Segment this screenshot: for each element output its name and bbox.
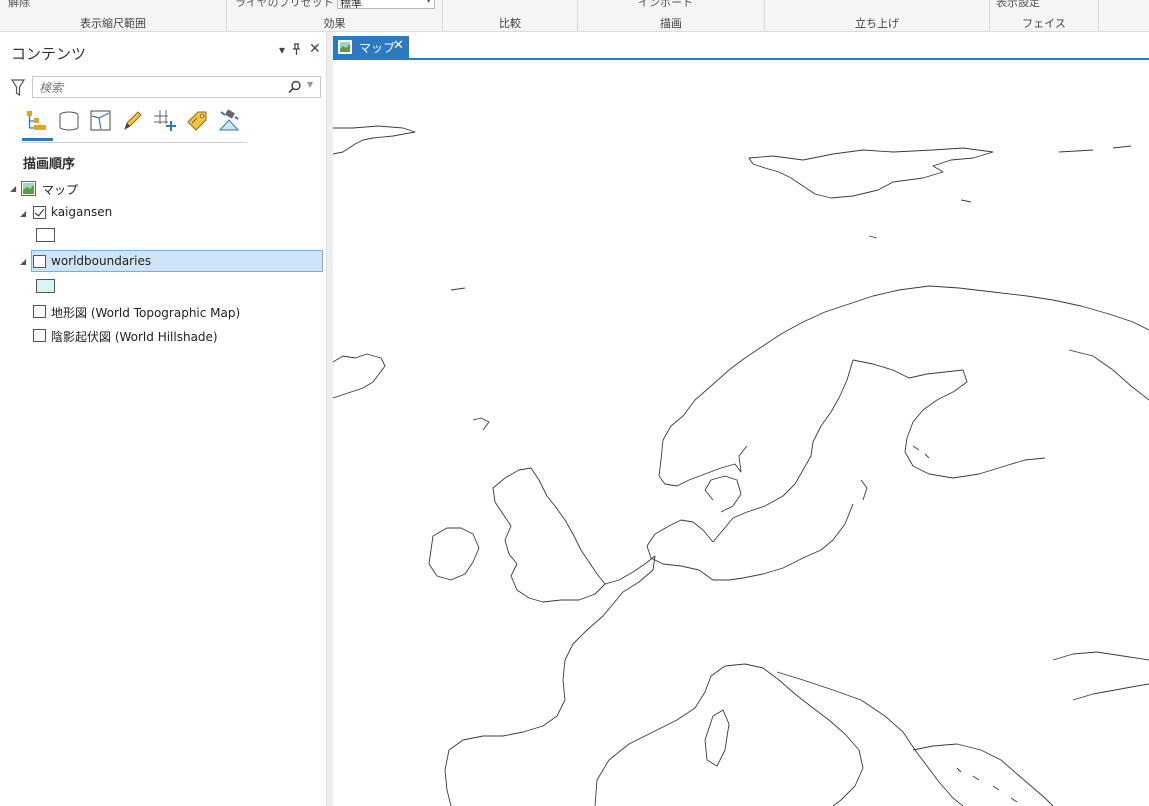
coastline-denmark (704, 475, 742, 513)
map-icon (21, 181, 36, 199)
coastline-aland (912, 445, 930, 459)
ribbon-blend-combo-value: 標準 (340, 0, 362, 9)
layer-row-kaigansen[interactable]: ◢ kaigansen (0, 202, 320, 224)
coastline-france-iberia (444, 555, 656, 806)
ribbon-clear-button[interactable]: 解除 (8, 0, 30, 10)
symbol-swatch-kaigansen[interactable] (36, 228, 55, 242)
layer-row-worldboundaries[interactable]: ◢ worldboundaries (0, 250, 320, 272)
contents-pane: コンテンツ ▾ ✕ ▼ (0, 32, 328, 806)
expander-collapse-icon[interactable]: ◢ (20, 257, 26, 266)
ribbon-display-settings-button[interactable]: 表示設定 (996, 0, 1040, 10)
expander-collapse-icon[interactable]: ◢ (20, 209, 26, 218)
coastline-bear-island (868, 235, 878, 239)
ribbon-group-label: 描画 (660, 17, 682, 30)
coastline-iceland (333, 353, 386, 399)
ribbon-group-extrusion: 立ち上げ (765, 0, 990, 31)
layer-row-world-topographic[interactable]: 地形図 (World Topographic Map) (0, 300, 320, 322)
coastline-baltic-south (646, 503, 854, 581)
layer-name-label: kaigansen (51, 205, 113, 219)
ribbon-group-label: フェイス (1022, 17, 1066, 30)
coastline-sweden-east (712, 359, 854, 543)
filter-icon[interactable] (10, 79, 26, 97)
layer-visibility-checkbox[interactable] (33, 305, 46, 318)
ribbon-group-compare: 比較 (443, 0, 578, 31)
tree-row-map[interactable]: ◢ マップ (0, 177, 320, 199)
close-pane-icon[interactable]: ✕ (309, 41, 321, 57)
ribbon-group-label: 効果 (323, 17, 346, 30)
close-icon[interactable]: ✕ (393, 38, 404, 53)
layer-visibility-checkbox[interactable] (33, 329, 46, 342)
layer-row-world-hillshade[interactable]: 陰影起伏図 (World Hillshade) (0, 324, 320, 346)
coastline-norway-south (658, 445, 748, 487)
coastline-adriatic (776, 671, 964, 806)
map-view[interactable] (333, 60, 1149, 806)
expander-collapse-icon[interactable]: ◢ (10, 184, 16, 193)
map-tab-label: マップ (359, 41, 396, 55)
symbol-swatch-worldboundaries[interactable] (36, 279, 55, 293)
layer-name-label: 地形図 (World Topographic Map) (51, 306, 241, 320)
list-by-labeling-icon[interactable] (184, 108, 210, 134)
chevron-down-icon[interactable]: ▼ (307, 80, 313, 89)
coastline-white-sea (1068, 349, 1149, 401)
coastline-greenland (333, 125, 416, 155)
list-by-snapping-icon[interactable] (152, 108, 178, 134)
drawing-order-heading: 描画順序 (23, 157, 76, 172)
ribbon-group-effects: ライヤのプリセット 標準 ▼ 効果 (227, 0, 443, 31)
search-icon[interactable] (288, 80, 302, 94)
coastline-black-sea (1052, 651, 1149, 661)
coastline-gotland (860, 479, 868, 501)
ribbon-blend-combo[interactable]: 標準 ▼ (337, 0, 435, 9)
ribbon-layer-preset-label: ライヤのプリセット (235, 0, 334, 9)
coastline-jan-mayen (450, 287, 466, 291)
list-by-drawing-order-icon[interactable] (24, 108, 50, 134)
coastline-italy (594, 663, 864, 806)
coastline-svalbard (748, 147, 994, 199)
pane-options-chevron-icon[interactable]: ▾ (279, 43, 285, 57)
coastline-corsica-sardinia (704, 709, 730, 767)
search-field[interactable]: ▼ (32, 76, 321, 98)
ribbon-group-visibility-range: 解除 表示縮尺範囲 (0, 0, 227, 31)
search-input[interactable] (37, 78, 281, 98)
layer-visibility-checkbox[interactable] (33, 206, 46, 219)
pane-title: コンテンツ (11, 45, 87, 63)
list-by-editing-icon[interactable] (120, 108, 146, 134)
layer-name-label: 陰影起伏図 (World Hillshade) (51, 330, 218, 344)
tab-map[interactable]: マップ ✕ (333, 36, 409, 58)
pane-header: コンテンツ ▾ ✕ (0, 32, 327, 70)
coastline-caspian-area (1072, 683, 1149, 701)
active-view-indicator (22, 138, 53, 141)
coastline-ireland (428, 527, 480, 581)
map-icon (338, 40, 352, 54)
ribbon-group-drawing: インポート 描画 (578, 0, 765, 31)
list-by-source-icon[interactable] (56, 108, 82, 134)
coastline-scandinavia (658, 285, 1149, 477)
chevron-down-icon: ▼ (425, 0, 432, 5)
layer-visibility-checkbox[interactable] (33, 255, 46, 268)
map-name-label: マップ (42, 183, 79, 197)
pin-icon[interactable] (292, 43, 301, 58)
ribbon-group-label: 表示縮尺範囲 (80, 17, 146, 30)
list-by-selection-icon[interactable] (88, 108, 114, 134)
list-by-perspective-imagery-icon[interactable] (216, 108, 242, 134)
map-tabstrip: マップ ✕ (333, 36, 1149, 60)
coastline-faroes (472, 417, 490, 431)
coastline-bothnia (852, 359, 1046, 479)
coastline-great-britain (492, 467, 606, 603)
layer-name-label: worldboundaries (51, 254, 152, 268)
ribbon-group-face: 表示設定 フェイス (990, 0, 1099, 31)
contents-view-toolbar (21, 106, 247, 143)
ribbon: 解除 表示縮尺範囲 ライヤのプリセット 標準 ▼ 効果 比較 インポート 描画 … (0, 0, 1149, 32)
coastline-aegean-islands (956, 767, 1018, 803)
ribbon-group-label: 比較 (499, 17, 521, 30)
ribbon-import-button[interactable]: インポート (638, 0, 693, 10)
ribbon-group-label: 立ち上げ (855, 17, 899, 30)
coastline-map (333, 125, 1149, 806)
